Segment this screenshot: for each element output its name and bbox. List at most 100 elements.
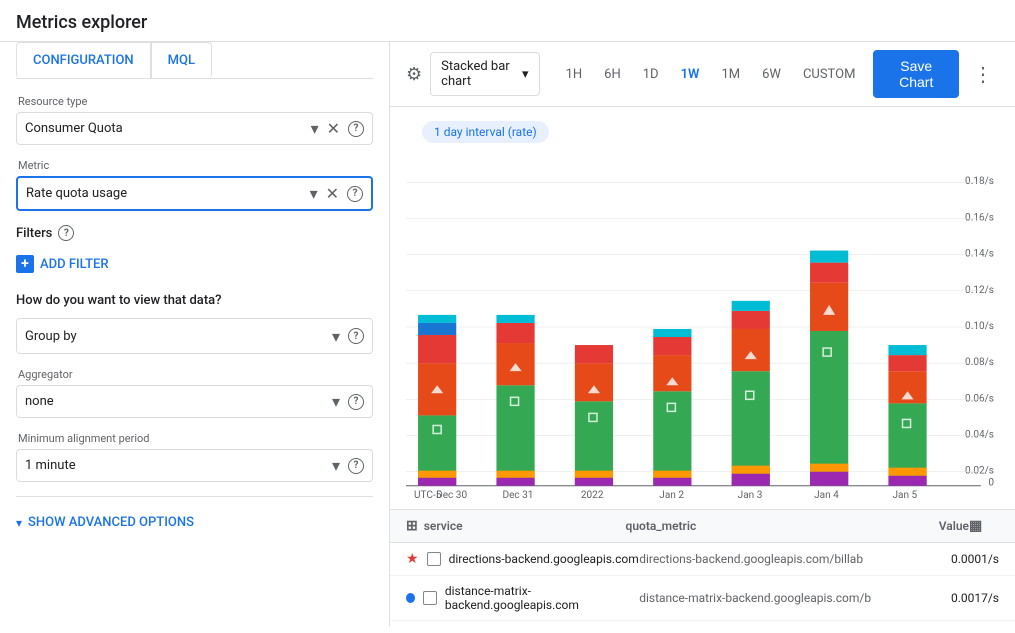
filters-help-icon[interactable]: ? [58,225,74,241]
interval-badge: 1 day interval (rate) [422,121,549,143]
time-btn-custom[interactable]: CUSTOM [793,61,865,88]
svg-text:Jan 5: Jan 5 [892,490,917,501]
resource-type-dropdown-icon[interactable]: ▾ [311,119,319,138]
legend-service-name-2: distance-matrix-backend.googleapis.com [445,584,639,612]
chart-type-dropdown-icon: ▾ [522,67,529,82]
group-by-field[interactable]: Group by ▾ ? [16,318,373,354]
svg-text:Jan 3: Jan 3 [738,490,763,501]
chart-type-label: Stacked bar chart [441,59,516,89]
legend-color-dot-2 [406,593,415,603]
min-alignment-label: Minimum alignment period [16,432,373,445]
time-btn-6w[interactable]: 6W [752,61,791,88]
svg-text:0.04/s: 0.04/s [965,430,994,441]
legend-col-service: ⊞ service [406,518,626,534]
min-alignment-help-icon[interactable]: ? [348,458,364,474]
add-filter-label: ADD FILTER [40,257,109,272]
aggregator-label: Aggregator [16,368,373,381]
chart-type-select[interactable]: Stacked bar chart ▾ [430,52,539,96]
svg-text:0.10/s: 0.10/s [965,321,994,332]
time-btn-1w[interactable]: 1W [671,61,710,88]
legend-header: ⊞ service quota_metric Value ▦ [390,510,1015,543]
save-chart-button[interactable]: Save Chart [873,50,959,98]
legend-row-service-2: distance-matrix-backend.googleapis.com [406,584,639,612]
more-options-icon[interactable]: ⋮ [967,58,999,90]
svg-text:0.14/s: 0.14/s [965,249,994,260]
metric-dropdown-icon[interactable]: ▾ [310,184,318,203]
metric-value: Rate quota usage [26,186,310,201]
metric-help-icon[interactable]: ? [347,186,363,202]
legend-service-name-1: directions-backend.googleapis.com [449,552,639,566]
chart-svg: 0.18/s 0.16/s 0.14/s 0.12/s 0.10/s 0.08/… [406,165,999,505]
legend-quota-2: distance-matrix-backend.googleapis.com/b [639,591,919,605]
legend-color-star-1: ★ [406,551,419,567]
legend-col-quota: quota_metric [626,519,889,533]
svg-text:0: 0 [988,478,994,489]
resource-type-field[interactable]: Consumer Quota ▾ ✕ ? [16,112,373,145]
legend-row: distance-matrix-backend.googleapis.com d… [390,576,1015,621]
legend-row: geocoding-backend.googleapis.com geocodi… [390,621,1015,627]
tab-mql[interactable]: MQL [151,42,212,78]
legend-value-1: 0.0001/s [919,552,999,566]
group-by-help-icon[interactable]: ? [348,328,364,344]
metric-group: Metric Rate quota usage ▾ ✕ ? [16,159,373,211]
resource-type-value: Consumer Quota [25,121,311,136]
metric-label: Metric [16,159,373,172]
chart-toolbar: ⚙ Stacked bar chart ▾ 1H 6H 1D 1W 1M 6W … [390,42,1015,107]
time-btn-1h[interactable]: 1H [556,61,593,88]
add-filter-button[interactable]: + ADD FILTER [16,249,373,279]
view-question: How do you want to view that data? [16,293,373,308]
aggregator-dropdown-icon[interactable]: ▾ [332,392,340,411]
group-by-dropdown-icon[interactable]: ▾ [332,327,340,346]
svg-text:Jan 4: Jan 4 [814,490,839,501]
config-tabs: CONFIGURATION MQL [16,42,373,79]
svg-text:Dec 31: Dec 31 [502,490,533,501]
aggregator-help-icon[interactable]: ? [348,394,364,410]
page-title: Metrics explorer [0,0,1015,42]
svg-text:Dec 30: Dec 30 [436,490,467,501]
svg-text:0.16/s: 0.16/s [965,212,994,223]
grid-icon[interactable]: ▦ [969,518,982,534]
chevron-down-icon: ▾ [16,516,22,530]
min-alignment-group: Minimum alignment period 1 minute ▾ ? [16,432,373,482]
resource-type-group: Resource type Consumer Quota ▾ ✕ ? [16,95,373,145]
min-alignment-field[interactable]: 1 minute ▾ ? [16,449,373,482]
svg-text:0.12/s: 0.12/s [965,285,994,296]
resource-type-clear-icon[interactable]: ✕ [327,119,340,138]
legend-value-2: 0.0017/s [919,591,999,605]
resource-type-help-icon[interactable]: ? [348,121,364,137]
svg-text:0.08/s: 0.08/s [965,357,994,368]
group-by-value: Group by [25,329,332,344]
table-icon: ⊞ [406,518,418,534]
filters-label: Filters [16,226,52,241]
time-buttons: 1H 6H 1D 1W 1M 6W CUSTOM [556,61,866,88]
legend-checkbox-2[interactable] [423,591,437,605]
show-advanced-label: SHOW ADVANCED OPTIONS [28,515,194,530]
service-col-label: service [424,519,463,533]
time-btn-1m[interactable]: 1M [711,61,750,88]
min-alignment-value: 1 minute [25,458,332,473]
aggregator-group: Aggregator none ▾ ? [16,368,373,418]
group-by-group: Group by ▾ ? [16,318,373,354]
filters-section: Filters ? [16,225,373,241]
aggregator-value: none [25,394,332,409]
svg-text:2022: 2022 [581,490,604,501]
svg-text:0.18/s: 0.18/s [965,176,994,187]
show-advanced-button[interactable]: ▾ SHOW ADVANCED OPTIONS [16,505,373,540]
legend-row: ★ directions-backend.googleapis.com dire… [390,543,1015,576]
svg-text:0.06/s: 0.06/s [965,393,994,404]
legend-col-value: Value [889,519,969,533]
time-btn-1d[interactable]: 1D [633,61,669,88]
legend-checkbox-1[interactable] [427,552,441,566]
legend-row-service-1: ★ directions-backend.googleapis.com [406,551,639,567]
svg-text:Jan 2: Jan 2 [659,490,684,501]
gear-icon[interactable]: ⚙ [406,64,422,85]
time-btn-6h[interactable]: 6H [594,61,631,88]
metric-clear-icon[interactable]: ✕ [326,184,339,203]
resource-type-label: Resource type [16,95,373,108]
metric-field[interactable]: Rate quota usage ▾ ✕ ? [16,176,373,211]
tab-configuration[interactable]: CONFIGURATION [16,42,151,78]
min-alignment-dropdown-icon[interactable]: ▾ [332,456,340,475]
legend-quota-1: directions-backend.googleapis.com/billab [639,552,919,566]
aggregator-field[interactable]: none ▾ ? [16,385,373,418]
svg-text:0.02/s: 0.02/s [965,466,994,477]
